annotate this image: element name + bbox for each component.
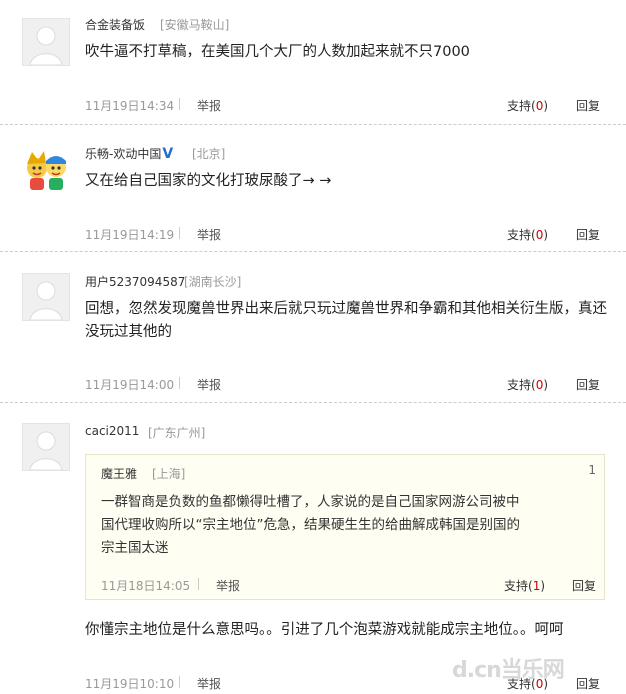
verified-v-icon: V bbox=[162, 146, 174, 162]
username[interactable]: 合金装备饭 bbox=[85, 16, 145, 33]
quoted-location-tag: [上海] bbox=[152, 467, 186, 481]
report-link[interactable]: 举报 bbox=[197, 675, 221, 692]
report-link[interactable]: 举报 bbox=[197, 226, 221, 243]
comment-text: 你懂宗主地位是什么意思吗。。引进了几个泡菜游戏就能成宗主地位。。呵呵 bbox=[85, 622, 564, 638]
default-avatar-icon bbox=[23, 19, 69, 65]
meta-divider bbox=[179, 676, 180, 688]
reply-button[interactable]: 回复 bbox=[576, 226, 600, 243]
meta-divider bbox=[179, 227, 180, 239]
reply-button[interactable]: 回复 bbox=[576, 376, 600, 393]
comment-time: 11月19日14:34 bbox=[85, 99, 175, 113]
quoted-comment: 魔王雅 [上海] 1 一群智商是负数的鱼都懒得吐槽了，人家说的是自己国家网游公司… bbox=[85, 454, 605, 600]
support-close: ) bbox=[543, 99, 549, 113]
cartoon-avatar-icon bbox=[27, 151, 66, 190]
username[interactable]: 乐畅-欢动中国 bbox=[85, 147, 161, 161]
support-button[interactable]: 支持(0) bbox=[507, 226, 548, 243]
comment-time: 11月19日14:19 bbox=[85, 228, 175, 242]
comment-text: 吹牛逼不打草稿，在美国几个大厂的人数加起来就不只7000 bbox=[85, 44, 470, 60]
support-close: ) bbox=[543, 228, 549, 242]
support-close: ) bbox=[540, 579, 546, 593]
comment-divider bbox=[0, 402, 626, 403]
meta-divider bbox=[198, 578, 199, 590]
meta-divider bbox=[179, 377, 180, 389]
quoted-support-button[interactable]: 支持(1) bbox=[504, 577, 545, 594]
quoted-text: 一群智商是负数的鱼都懒得吐槽了，人家说的是自己国家网游公司被中国代理收购所以“宗… bbox=[101, 494, 520, 556]
location-tag: [广东广州] bbox=[148, 426, 206, 440]
support-close: ) bbox=[543, 378, 549, 392]
quoted-username[interactable]: 魔王雅 bbox=[101, 465, 137, 482]
reply-button[interactable]: 回复 bbox=[576, 97, 600, 114]
avatar[interactable] bbox=[22, 423, 70, 471]
location-tag: [湖南长沙] bbox=[184, 275, 242, 289]
support-label: 支持( bbox=[507, 228, 536, 242]
location-tag: [安徽马鞍山] bbox=[160, 18, 230, 32]
comment-time: 11月19日10:10 bbox=[85, 677, 175, 691]
avatar[interactable] bbox=[22, 18, 70, 66]
comment-text: 又在给自己国家的文化打玻尿酸了→ → bbox=[85, 173, 332, 189]
report-link[interactable]: 举报 bbox=[197, 376, 221, 393]
support-label: 支持( bbox=[507, 378, 536, 392]
comment-time: 11月19日14:00 bbox=[85, 378, 175, 392]
support-label: 支持( bbox=[504, 579, 533, 593]
username[interactable]: 用户5237094587 bbox=[85, 273, 185, 290]
comment-divider bbox=[0, 251, 626, 252]
avatar[interactable] bbox=[22, 146, 70, 194]
location-tag: [北京] bbox=[192, 147, 226, 161]
report-link[interactable]: 举报 bbox=[197, 97, 221, 114]
meta-divider bbox=[179, 98, 180, 110]
quoted-time: 11月18日14:05 bbox=[101, 579, 191, 593]
default-avatar-icon bbox=[23, 274, 69, 320]
comment-divider bbox=[0, 124, 626, 125]
reply-button[interactable]: 回复 bbox=[576, 675, 600, 692]
username[interactable]: caci2011 bbox=[85, 424, 139, 438]
support-label: 支持( bbox=[507, 99, 536, 113]
avatar[interactable] bbox=[22, 273, 70, 321]
floor-number: 1 bbox=[588, 463, 596, 477]
quoted-reply-button[interactable]: 回复 bbox=[572, 577, 596, 594]
default-avatar-icon bbox=[23, 424, 69, 470]
quoted-report-link[interactable]: 举报 bbox=[216, 577, 240, 594]
site-watermark: d.cn当乐网 bbox=[452, 658, 565, 683]
username-verified[interactable]: 乐畅-欢动中国V bbox=[85, 145, 173, 162]
support-button[interactable]: 支持(0) bbox=[507, 376, 548, 393]
comment-text: 回想，忽然发现魔兽世界出来后就只玩过魔兽世界和争霸和其他相关衍生版，真还没玩过其… bbox=[85, 301, 607, 340]
support-button[interactable]: 支持(0) bbox=[507, 97, 548, 114]
